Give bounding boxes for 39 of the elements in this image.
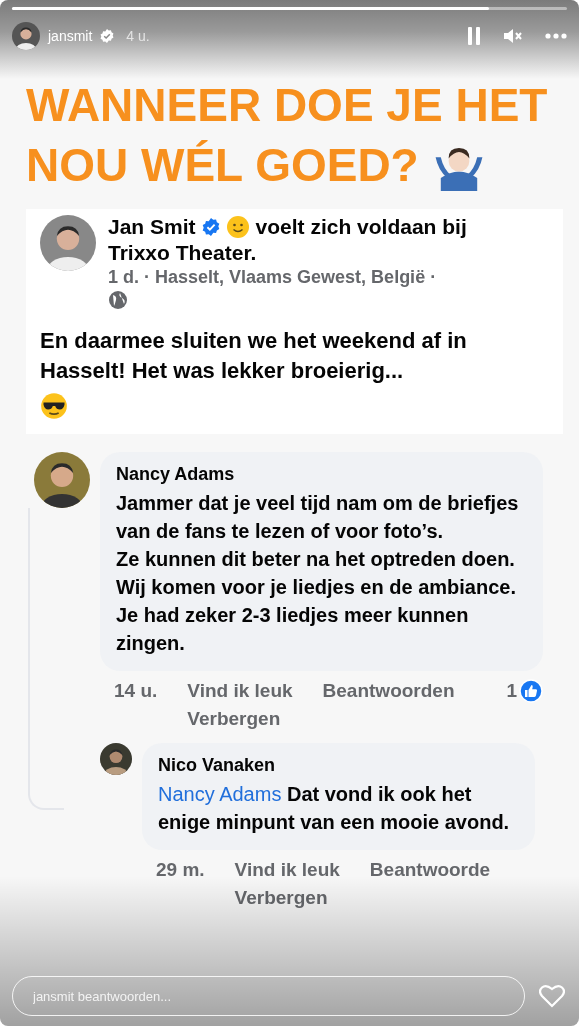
post-author[interactable]: Jan Smit — [108, 215, 196, 239]
comment-text: Ze kunnen dit beter na het optreden doen. — [116, 547, 516, 572]
hide-link[interactable]: Verbergen — [187, 705, 293, 733]
pause-button[interactable] — [467, 27, 481, 45]
reply-link[interactable]: Beantwoorden — [322, 677, 477, 705]
more-button[interactable] — [545, 33, 567, 39]
mention-link[interactable]: Nancy Adams — [158, 783, 282, 805]
user-avatar — [12, 22, 40, 50]
verified-icon — [100, 29, 115, 43]
like-link[interactable]: Vind ik leuk — [234, 856, 340, 884]
smiley-icon — [225, 215, 250, 239]
avatar — [100, 743, 132, 775]
muted-speaker-button[interactable] — [503, 27, 523, 45]
heart-icon[interactable] — [539, 984, 565, 1008]
sunglasses-emoji-icon — [40, 392, 68, 420]
comment-text: Wij komen voor je liedjes en de ambiance. — [116, 575, 517, 600]
comment-time: 29 m. — [156, 858, 205, 882]
post-text: En daarmee sluiten we het weekend af in Hasselt! Het was lekker broeierig... — [40, 327, 468, 385]
headline-text: WANNEER DOE JE HET — [26, 78, 548, 133]
author-avatar — [40, 215, 96, 271]
reply-link[interactable]: Beantwoorde — [369, 856, 505, 884]
comment-text: Je had zeker 2-3 liedjes meer kunnen zingen. — [116, 603, 470, 656]
avatar — [34, 452, 90, 508]
like-link[interactable]: Vind ik leuk — [187, 677, 293, 705]
like-count: 1 — [506, 679, 517, 703]
comment-text: Jammer dat je veel tijd nam om de briefjes van de fans te lezen of voor foto’s. — [116, 491, 520, 544]
hide-link[interactable]: Verbergen — [234, 884, 340, 912]
post-activity: voelt zich voldaan bij — [255, 215, 467, 239]
verified-icon — [201, 218, 220, 236]
reply-field[interactable]: jansmit beantwoorden... — [12, 976, 525, 1016]
comment-text: Nancy Adams Dat vond ik ook het enige minpunt van een mooie avond. — [158, 782, 511, 835]
commenter-name: Nico Vanaken — [158, 755, 277, 776]
commenter-name: Nancy Adams — [116, 464, 236, 485]
comment-time: 14 u. — [114, 679, 158, 703]
headline-text: NOU WÉL GOED? — [26, 138, 419, 193]
post-meta: 1 d. · Hasselt, Vlaams Gewest, België · — [108, 267, 438, 288]
like-icon — [519, 679, 543, 703]
place-name[interactable]: Trixxo Theater. — [108, 241, 467, 265]
story-time: 4 u. — [126, 28, 150, 44]
